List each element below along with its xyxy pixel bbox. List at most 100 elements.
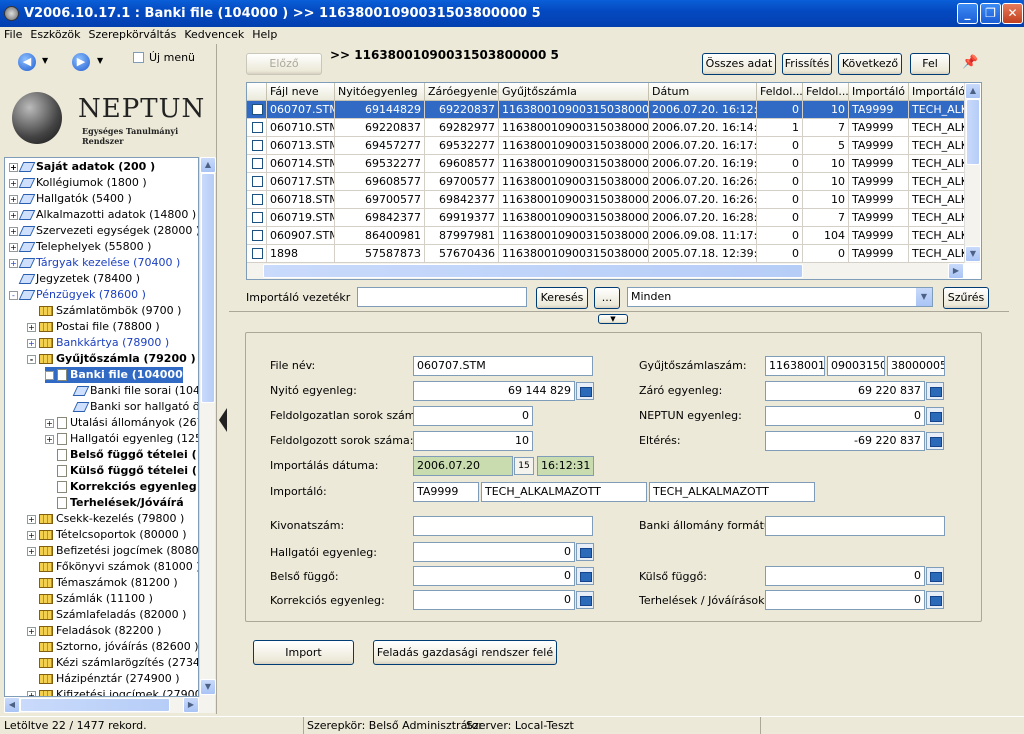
menu-tools[interactable]: Eszközök bbox=[26, 27, 84, 43]
tree-item[interactable]: +Számlák (11100 ) bbox=[27, 591, 153, 607]
expand-icon[interactable]: + bbox=[27, 530, 36, 540]
tree-item[interactable]: + Kollégiumok (1800 ) bbox=[9, 175, 147, 191]
grid-scroll-up[interactable]: ▲ bbox=[965, 83, 981, 99]
bank-format-field[interactable] bbox=[765, 516, 945, 536]
tree-item[interactable]: + Saját adatok (200 ) bbox=[9, 159, 155, 175]
expand-icon[interactable]: + bbox=[9, 226, 18, 236]
column-header[interactable]: Importáló ... bbox=[849, 83, 909, 101]
charges-credits-field[interactable]: 0 bbox=[765, 590, 925, 610]
expand-detail-icon[interactable]: ▼ bbox=[598, 314, 628, 324]
search-button[interactable]: Keresés bbox=[536, 287, 588, 309]
tree-item[interactable]: +Kézi számlarögzítés (273400 bbox=[27, 655, 198, 671]
row-checkbox[interactable] bbox=[252, 104, 263, 115]
all-data-button[interactable]: Összes adat bbox=[702, 53, 776, 75]
filter-button[interactable]: Szűrés bbox=[943, 287, 989, 309]
row-checkbox[interactable] bbox=[252, 140, 263, 151]
tree-item[interactable]: + Csekk-kezelés (79800 ) bbox=[27, 511, 184, 527]
forward-icon[interactable]: ▶ bbox=[72, 53, 90, 71]
calculator-icon[interactable] bbox=[926, 432, 944, 450]
closing-balance-field[interactable]: 69 220 837 bbox=[765, 381, 925, 401]
processed-rows-field[interactable]: 10 bbox=[413, 431, 533, 451]
tree-scroll-left[interactable]: ◀ bbox=[4, 697, 20, 713]
tree-item[interactable]: + Tételcsoportok (80000 ) bbox=[27, 527, 186, 543]
menu-favorites[interactable]: Kedvencek bbox=[180, 27, 248, 43]
tree-item[interactable]: - Gyűjtőszámla (79200 ) bbox=[27, 351, 196, 367]
tree-item[interactable]: + Bankkártya (78900 ) bbox=[27, 335, 169, 351]
importer-code-field[interactable]: TA9999 bbox=[413, 482, 479, 502]
expand-icon[interactable]: + bbox=[9, 210, 18, 220]
correction-balance-field[interactable]: 0 bbox=[413, 590, 575, 610]
minimize-button[interactable]: _ bbox=[957, 3, 978, 24]
column-header[interactable]: Fájl neve bbox=[267, 83, 335, 101]
expand-icon[interactable]: + bbox=[45, 434, 54, 444]
filter-select[interactable]: Minden ▼ bbox=[627, 287, 933, 307]
opening-balance-field[interactable]: 69 144 829 bbox=[413, 381, 575, 401]
column-header[interactable]: Importáló v bbox=[909, 83, 967, 101]
up-button[interactable]: Fel bbox=[910, 53, 950, 75]
table-row[interactable]: 060719.STM 69842377 69919377 11638001090031… bbox=[247, 209, 967, 227]
tree-item[interactable]: - Banki file (104000 bbox=[45, 367, 183, 383]
calculator-icon[interactable] bbox=[926, 407, 944, 425]
difference-field[interactable]: -69 220 837 bbox=[765, 431, 925, 451]
new-menu-checkbox[interactable] bbox=[133, 52, 144, 63]
tree-scroll-right[interactable]: ▶ bbox=[183, 697, 199, 713]
row-checkbox[interactable] bbox=[252, 212, 263, 223]
tree-scroll-up[interactable]: ▲ bbox=[200, 157, 216, 173]
calculator-icon[interactable] bbox=[576, 567, 594, 585]
select-all-header[interactable] bbox=[247, 83, 267, 101]
tree-scroll-thumb[interactable] bbox=[201, 173, 215, 403]
grid-scroll-down[interactable]: ▼ bbox=[965, 246, 981, 262]
menu-role-switch[interactable]: Szerepkörváltás bbox=[84, 27, 180, 43]
table-row[interactable]: 060713.STM 69457277 69532277 11638001090031… bbox=[247, 137, 967, 155]
tree-item[interactable]: +Számlatömbök (9700 ) bbox=[27, 303, 181, 319]
tree-item[interactable]: + Hallgatók (5400 ) bbox=[9, 191, 132, 207]
tree-item[interactable]: +Témaszámok (81200 ) bbox=[27, 575, 178, 591]
importer-name-2-field[interactable]: TECH_ALKALMAZOTT bbox=[649, 482, 815, 502]
forward-dropdown-icon[interactable]: ▼ bbox=[97, 56, 103, 65]
account-part-3-field[interactable]: 38000005 bbox=[887, 356, 945, 376]
table-row[interactable]: 060714.STM 69532277 69608577 11638001090031… bbox=[247, 155, 967, 173]
account-part-2-field[interactable]: 09003150 bbox=[827, 356, 885, 376]
grid-vertical-scrollbar[interactable]: ▲ ▼ bbox=[964, 83, 981, 263]
tree-item[interactable]: +Jegyzetek (78400 ) bbox=[9, 271, 140, 287]
tree-horizontal-scrollbar[interactable]: ◀ ▶ bbox=[4, 697, 215, 713]
tree-item[interactable]: +Terhelések/Jóváírá bbox=[45, 495, 184, 511]
send-to-finance-button[interactable]: Feladás gazdasági rendszer felé bbox=[373, 640, 557, 665]
collapse-icon[interactable]: - bbox=[45, 370, 54, 380]
external-pending-field[interactable]: 0 bbox=[765, 566, 925, 586]
grid-horizontal-scrollbar[interactable]: ▶ bbox=[247, 263, 964, 279]
expand-icon[interactable]: + bbox=[9, 178, 18, 188]
tree-item[interactable]: +Főkönyvi számok (81000 ) bbox=[27, 559, 198, 575]
tree-item[interactable]: +Sztorno, jóváírás (82600 ) bbox=[27, 639, 198, 655]
calculator-icon[interactable] bbox=[926, 567, 944, 585]
import-date-field[interactable]: 2006.07.20 bbox=[413, 456, 513, 476]
column-header[interactable]: Dátum bbox=[649, 83, 757, 101]
browse-button[interactable]: ... bbox=[594, 287, 620, 309]
tree-item[interactable]: + Befizetési jogcímek (80800 bbox=[27, 543, 198, 559]
maximize-button[interactable]: ❐ bbox=[980, 3, 1001, 24]
pin-icon[interactable]: 📌 bbox=[962, 56, 978, 70]
collapse-arrow-icon[interactable] bbox=[219, 408, 227, 432]
tree-item[interactable]: + Feladások (82200 ) bbox=[27, 623, 161, 639]
unprocessed-rows-field[interactable]: 0 bbox=[413, 406, 533, 426]
account-part-1-field[interactable]: 11638001 bbox=[765, 356, 825, 376]
menu-help[interactable]: Help bbox=[248, 27, 281, 43]
expand-icon[interactable]: + bbox=[27, 338, 36, 348]
chevron-down-icon[interactable]: ▼ bbox=[915, 288, 932, 306]
calculator-icon[interactable] bbox=[926, 382, 944, 400]
column-header[interactable]: Záróegyenleg bbox=[425, 83, 499, 101]
table-row[interactable]: 060710.STM 69220837 69282977 11638001090031… bbox=[247, 119, 967, 137]
table-row[interactable]: 060907.STM 86400981 87997981 11638001090031… bbox=[247, 227, 967, 245]
column-header[interactable]: Nyitóegyenleg bbox=[335, 83, 425, 101]
refresh-button[interactable]: Frissítés bbox=[782, 53, 832, 75]
tree-item[interactable]: +Számlafeladás (82000 ) bbox=[27, 607, 186, 623]
expand-icon[interactable]: + bbox=[27, 626, 36, 636]
tree-vertical-scrollbar[interactable]: ▲ ▼ bbox=[199, 157, 216, 697]
tree-item[interactable]: + Hallgatói egyenleg (125 bbox=[45, 431, 198, 447]
tree-item[interactable]: +Belső függő tételei ( bbox=[45, 447, 197, 463]
tree-item[interactable]: + Postai file (78800 ) bbox=[27, 319, 160, 335]
column-header[interactable]: Feldol... bbox=[803, 83, 849, 101]
expand-icon[interactable]: + bbox=[45, 418, 54, 428]
tree-item[interactable]: - Pénzügyek (78600 ) bbox=[9, 287, 146, 303]
collapse-icon[interactable]: - bbox=[27, 354, 36, 364]
